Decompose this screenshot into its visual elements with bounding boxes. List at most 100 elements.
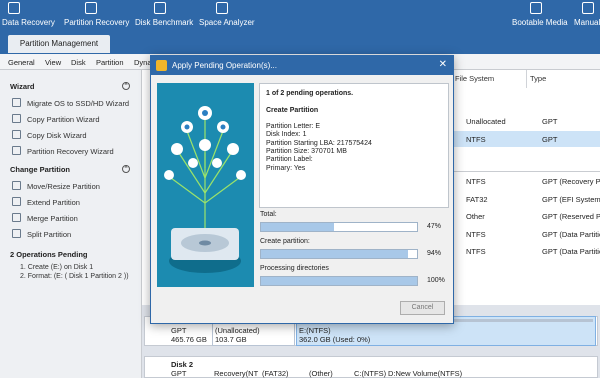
row-fs: NTFS xyxy=(466,177,486,186)
row-type: GPT (Data Partition xyxy=(542,247,600,256)
create-partition-progress-bar xyxy=(260,249,418,259)
column-divider xyxy=(526,70,527,88)
partition-name: E:(NTFS) xyxy=(299,326,331,335)
ribbon-disk-benchmark[interactable]: Disk Benchmark xyxy=(135,18,193,27)
data-recovery-icon xyxy=(8,2,20,14)
operation-info: 1 of 2 pending operations. Create Partit… xyxy=(259,83,449,208)
disk-1-size: 465.76 GB xyxy=(171,335,207,344)
menu-general[interactable]: General xyxy=(8,58,35,67)
column-header-file-system[interactable]: File System xyxy=(455,74,494,83)
copy-disk-icon xyxy=(12,130,21,139)
total-progress-fill xyxy=(261,223,335,231)
pending-item: 2. Format: (E: ( Disk 1 Partition 2 )) xyxy=(20,273,129,280)
processing-progress-bar xyxy=(260,276,418,286)
partition-recovery-wizard-icon xyxy=(12,146,21,155)
create-partition-progress-fill xyxy=(261,250,408,258)
change-partition-heading: Change Partition xyxy=(10,165,71,174)
partition-name[interactable]: (FAT32) xyxy=(262,369,289,378)
wizard-heading: Wizard xyxy=(10,82,35,91)
create-partition-label: Create partition: xyxy=(260,238,310,245)
menu-dynamic[interactable]: Dyna xyxy=(134,58,152,67)
partition-name: (Unallocated) xyxy=(215,326,260,335)
dialog-title: Apply Pending Operation(s)... xyxy=(151,56,453,75)
space-analyzer-icon xyxy=(216,2,228,14)
row-fs: Unallocated xyxy=(466,117,506,126)
partition-size: 103.7 GB xyxy=(215,335,247,344)
pending-count: 1 of 2 pending operations. xyxy=(266,90,354,97)
partition-name[interactable]: (Other) xyxy=(309,369,333,378)
ribbon-bootable-media[interactable]: Bootable Media xyxy=(512,18,568,27)
manual-icon xyxy=(582,2,594,14)
partition-name[interactable]: C:(NTFS) xyxy=(354,369,386,378)
disk-2-name: Disk 2 xyxy=(171,360,194,369)
menu-view[interactable]: View xyxy=(45,58,61,67)
info-line: Partition Label: xyxy=(266,156,313,164)
migrate-icon xyxy=(12,98,21,107)
row-fs: Other xyxy=(466,212,485,221)
tab-partition-management[interactable]: Partition Management xyxy=(8,35,110,53)
partition-recovery-icon xyxy=(85,2,97,14)
disk-2-style: GPT xyxy=(171,369,187,378)
sidebar-item-copy-disk[interactable]: Copy Disk Wizard xyxy=(27,131,87,140)
row-fs: NTFS xyxy=(466,230,486,239)
close-icon[interactable]: ✕ xyxy=(439,59,447,71)
sidebar-item-move-resize[interactable]: Move/Resize Partition xyxy=(27,182,100,191)
sidebar-item-migrate-os[interactable]: Migrate OS to SSD/HD Wizard xyxy=(27,99,129,108)
bootable-media-icon xyxy=(530,2,542,14)
split-icon xyxy=(12,229,21,238)
move-resize-icon xyxy=(12,181,21,190)
menu-partition[interactable]: Partition xyxy=(96,58,124,67)
row-type: GPT (Data Partition xyxy=(542,230,600,239)
top-ribbon: Data Recovery Partition Recovery Disk Be… xyxy=(0,0,600,33)
ribbon-space-analyzer[interactable]: Space Analyzer xyxy=(199,18,255,27)
info-line: Disk Index: 1 xyxy=(266,131,307,139)
sidebar-item-split[interactable]: Split Partition xyxy=(27,230,71,239)
total-progress-bar xyxy=(260,222,418,232)
total-percent: 47% xyxy=(427,223,442,230)
menu-disk[interactable]: Disk xyxy=(71,58,86,67)
row-type: GPT xyxy=(542,135,558,144)
row-type: GPT (Reserved Part xyxy=(542,212,600,221)
sidebar-item-partition-recovery[interactable]: Partition Recovery Wizard xyxy=(27,147,114,156)
ribbon-manual[interactable]: Manual xyxy=(574,18,600,27)
row-fs: FAT32 xyxy=(466,195,488,204)
extend-icon xyxy=(12,197,21,206)
merge-icon xyxy=(12,213,21,222)
row-type: GPT xyxy=(542,117,558,126)
info-line: Primary: Yes xyxy=(266,164,306,172)
row-type: GPT (Recovery Part xyxy=(542,177,600,186)
info-line: Partition Starting LBA: 217575424 xyxy=(266,139,372,147)
sidebar-item-merge[interactable]: Merge Partition xyxy=(27,214,78,223)
copy-partition-icon xyxy=(12,114,21,123)
row-type: GPT (EFI System pa xyxy=(542,195,600,204)
collapse-icon[interactable]: ^ xyxy=(122,82,130,90)
processing-progress-fill xyxy=(261,277,417,285)
total-label: Total: xyxy=(260,211,277,218)
disk-illustration xyxy=(157,83,254,287)
row-separator xyxy=(450,171,600,172)
ribbon-data-recovery[interactable]: Data Recovery xyxy=(2,18,55,27)
ribbon-partition-recovery[interactable]: Partition Recovery xyxy=(64,18,129,27)
info-line: Partition Size: 370701 MB xyxy=(266,148,347,156)
disk-1-style: GPT xyxy=(171,326,187,335)
processing-percent: 100% xyxy=(427,277,445,284)
partition-name[interactable]: Recovery(NT xyxy=(214,369,258,378)
pending-heading: 2 Operations Pending xyxy=(10,250,88,259)
partition-size: 362.0 GB (Used: 0%) xyxy=(299,335,371,344)
sidebar: Wizard ^ Migrate OS to SSD/HD Wizard Cop… xyxy=(0,70,142,378)
row-fs: NTFS xyxy=(466,247,486,256)
sidebar-item-extend[interactable]: Extend Partition xyxy=(27,198,80,207)
sidebar-item-copy-partition[interactable]: Copy Partition Wizard xyxy=(27,115,100,124)
apply-pending-dialog: Apply Pending Operation(s)... ✕ 1 of 2 p… xyxy=(150,55,454,324)
processing-label: Processing directories xyxy=(260,265,329,272)
info-line: Partition Letter: E xyxy=(266,123,321,131)
apply-icon xyxy=(156,60,167,71)
partition-name[interactable]: D:New Volume(NTFS) xyxy=(388,369,462,378)
pending-item: 1. Create (E:) on Disk 1 xyxy=(20,264,94,271)
column-header-type[interactable]: Type xyxy=(530,74,546,83)
disk-benchmark-icon xyxy=(154,2,166,14)
collapse-icon[interactable]: ^ xyxy=(122,165,130,173)
row-fs: NTFS xyxy=(466,135,486,144)
cancel-button[interactable]: Cancel xyxy=(400,301,445,315)
operation-name: Create Partition xyxy=(266,106,319,114)
